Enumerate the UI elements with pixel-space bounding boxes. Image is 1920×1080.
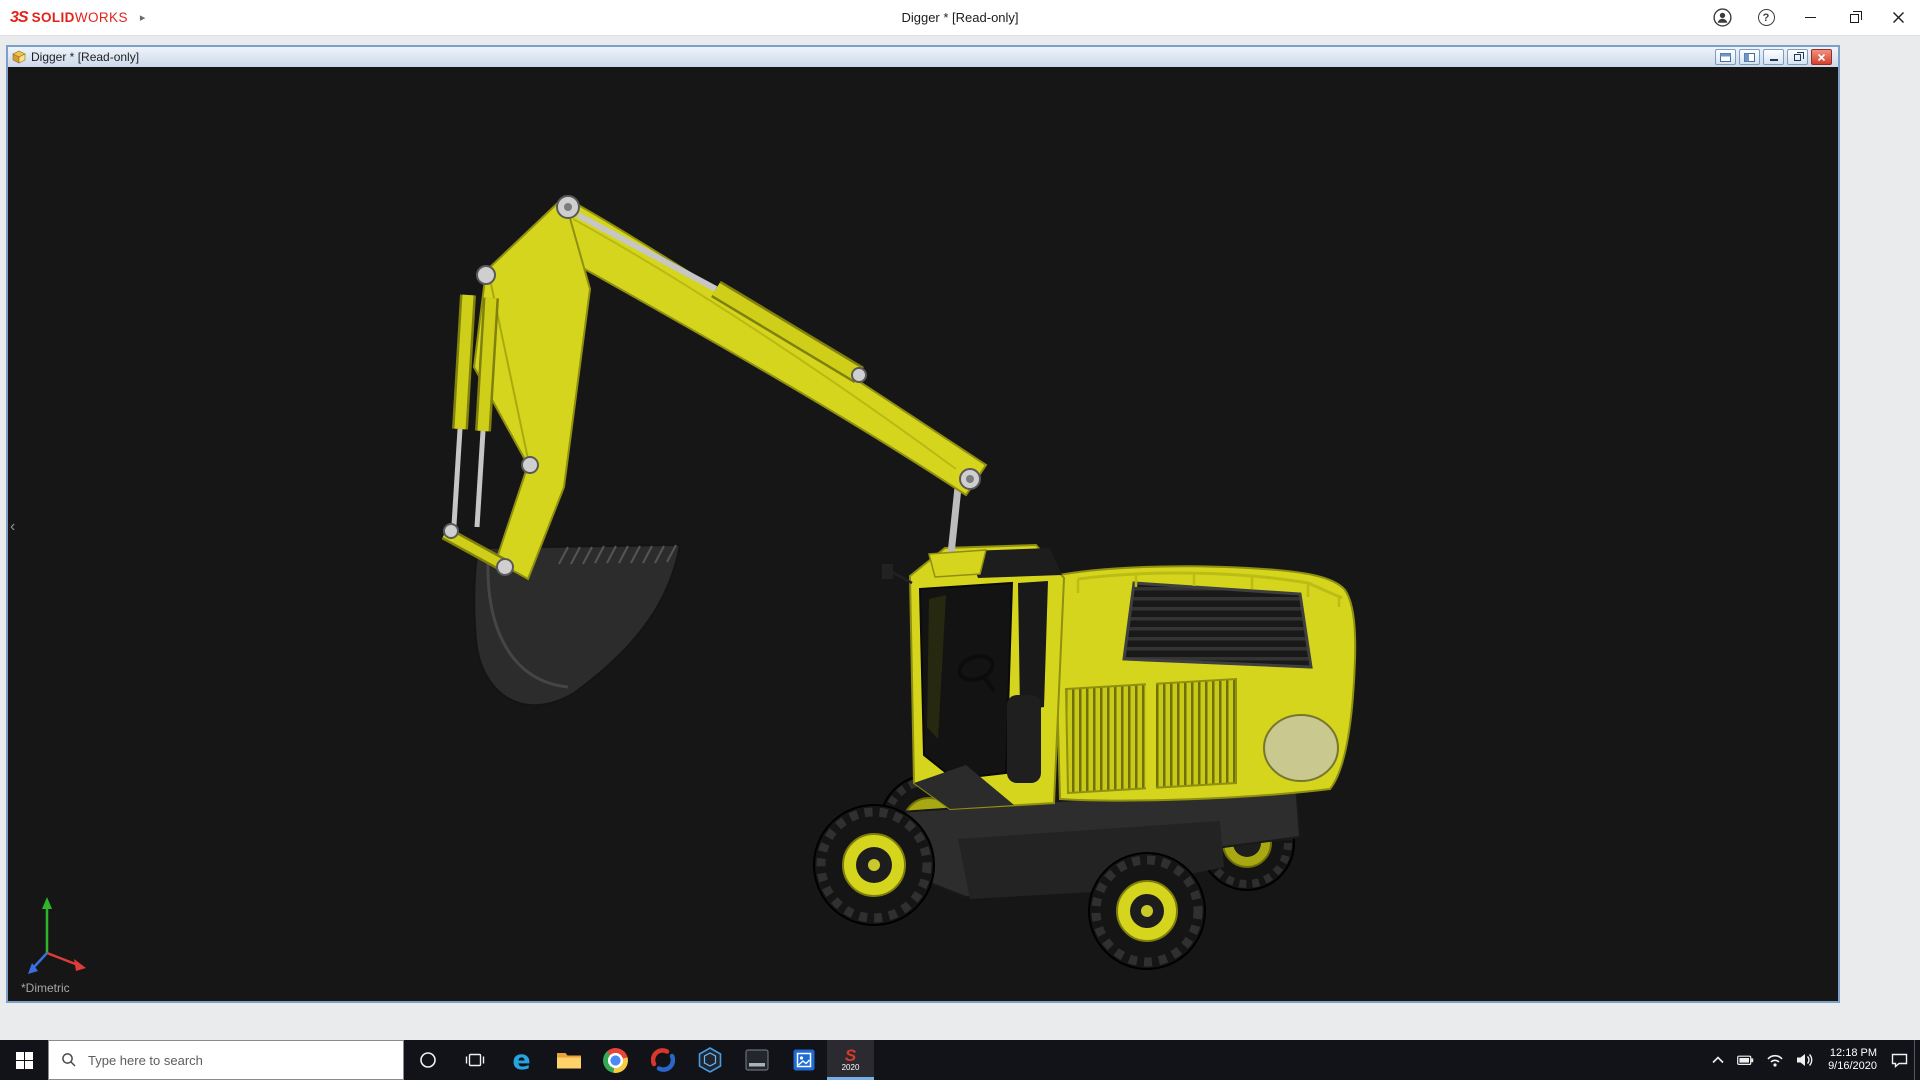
restore-icon [1794, 52, 1804, 61]
composer-hexagon-icon [698, 1047, 721, 1073]
doc-restore-button[interactable] [1787, 49, 1808, 65]
close-button[interactable] [1876, 0, 1920, 35]
brand-works: WORKS [74, 9, 128, 25]
clock-date: 9/16/2020 [1828, 1060, 1877, 1072]
task-view-button[interactable] [451, 1040, 498, 1080]
action-center-icon [1891, 1053, 1908, 1068]
start-button[interactable] [0, 1040, 48, 1080]
document-window-controls [1715, 49, 1834, 65]
solidworks-icon: S 2020 [841, 1045, 860, 1072]
document-titlebar[interactable]: Digger * [Read-only] [8, 47, 1838, 67]
folder-icon [556, 1053, 581, 1069]
solidworks-glyph: S [844, 1045, 857, 1065]
taskbar-spacer [874, 1040, 1705, 1080]
solidworks-logo[interactable]: 3S SOLIDWORKS ▸ [0, 0, 155, 35]
close-icon [1892, 12, 1904, 23]
minimize-icon [1804, 17, 1816, 18]
pinned-app-1-button[interactable] [639, 1040, 686, 1080]
task-view-icon [465, 1053, 484, 1067]
photos-app-icon [793, 1049, 814, 1071]
brand-solid: SOLID [31, 9, 75, 25]
screen: 3S SOLIDWORKS ▸ Digger * [Read-only] ? D… [0, 0, 1920, 1080]
taskbar-clock[interactable]: 12:18 PM 9/16/2020 [1820, 1040, 1885, 1080]
battery-icon [1737, 1055, 1754, 1065]
minimize-icon [1769, 59, 1778, 61]
chevron-up-icon [1712, 1056, 1724, 1064]
minimize-button[interactable] [1788, 0, 1832, 35]
doc-minimize-button[interactable] [1763, 49, 1784, 65]
pinned-app-2-button[interactable] [686, 1040, 733, 1080]
boom-arm[interactable] [472, 195, 988, 581]
wheel-rear-left[interactable] [1088, 852, 1206, 970]
chrome-icon [603, 1047, 628, 1073]
document-icon [12, 50, 26, 64]
action-center-button[interactable] [1885, 1040, 1914, 1080]
chrome-button[interactable] [592, 1040, 639, 1080]
doc-window-layout-button-2[interactable] [1739, 49, 1760, 65]
window-controls: ? [1700, 0, 1920, 35]
graphics-viewport[interactable]: ‹ *Dimetric [8, 67, 1838, 1001]
digger-3d-model[interactable] [8, 67, 1838, 1001]
terminal-app-icon [744, 1049, 769, 1071]
document-window: Digger * [Read-only] ‹ *Dimetric [6, 45, 1840, 1003]
orientation-triad [28, 897, 86, 974]
search-icon [62, 1053, 76, 1067]
app-background: Digger * [Read-only] ‹ *Dimetric [0, 36, 1920, 1040]
taskbar: e [0, 1040, 1920, 1080]
menu-expand-arrow-icon[interactable]: ▸ [140, 11, 146, 24]
edge-button[interactable]: e [498, 1040, 545, 1080]
wifi-icon [1767, 1054, 1783, 1067]
3s-logo-icon: 3S [10, 8, 29, 26]
edge-icon: e [512, 1044, 531, 1076]
file-explorer-button[interactable] [545, 1040, 592, 1080]
network-button[interactable] [1760, 1040, 1790, 1080]
mirror [882, 564, 893, 579]
wheel-front-left[interactable] [813, 804, 935, 926]
seat [1007, 695, 1041, 783]
account-button[interactable] [1700, 0, 1744, 35]
volume-button[interactable] [1790, 1040, 1820, 1080]
show-desktop-button[interactable] [1914, 1040, 1920, 1080]
doc-close-button[interactable] [1811, 49, 1832, 65]
document-title: Digger * [Read-only] [31, 50, 140, 64]
tray-expand-button[interactable] [1705, 1040, 1731, 1080]
help-button[interactable]: ? [1744, 0, 1788, 35]
restore-icon [1849, 11, 1863, 23]
solidworks-version-badge: 2020 [841, 1062, 860, 1072]
window-layout-icon [1720, 52, 1731, 62]
window-title: Digger * [Read-only] [901, 10, 1019, 25]
restore-button[interactable] [1832, 0, 1876, 35]
doc-window-layout-button-1[interactable] [1715, 49, 1736, 65]
panel-collapse-arrow-icon[interactable]: ‹ [10, 519, 15, 535]
solidworks-taskbar-button[interactable]: S 2020 [827, 1040, 874, 1080]
taskbar-search[interactable] [48, 1040, 404, 1080]
engine-housing[interactable] [1052, 565, 1357, 802]
cab[interactable] [882, 543, 1066, 811]
pinned-app-3-button[interactable] [733, 1040, 780, 1080]
cortana-icon [419, 1052, 436, 1068]
app-titlebar: 3S SOLIDWORKS ▸ Digger * [Read-only] ? [0, 0, 1920, 36]
window-layout-icon [1744, 52, 1755, 62]
battery-button[interactable] [1731, 1040, 1760, 1080]
close-icon [1817, 53, 1826, 61]
speaker-icon [1797, 1054, 1813, 1066]
clock-time: 12:18 PM [1829, 1047, 1877, 1059]
cortana-button[interactable] [404, 1040, 451, 1080]
view-orientation-label: *Dimetric [21, 981, 70, 995]
pinned-app-4-button[interactable] [780, 1040, 827, 1080]
help-icon: ? [1757, 9, 1775, 26]
windows-logo-icon [15, 1051, 33, 1069]
search-input[interactable] [86, 1051, 403, 1069]
user-icon [1712, 8, 1732, 27]
edrawings-icon [650, 1048, 675, 1072]
